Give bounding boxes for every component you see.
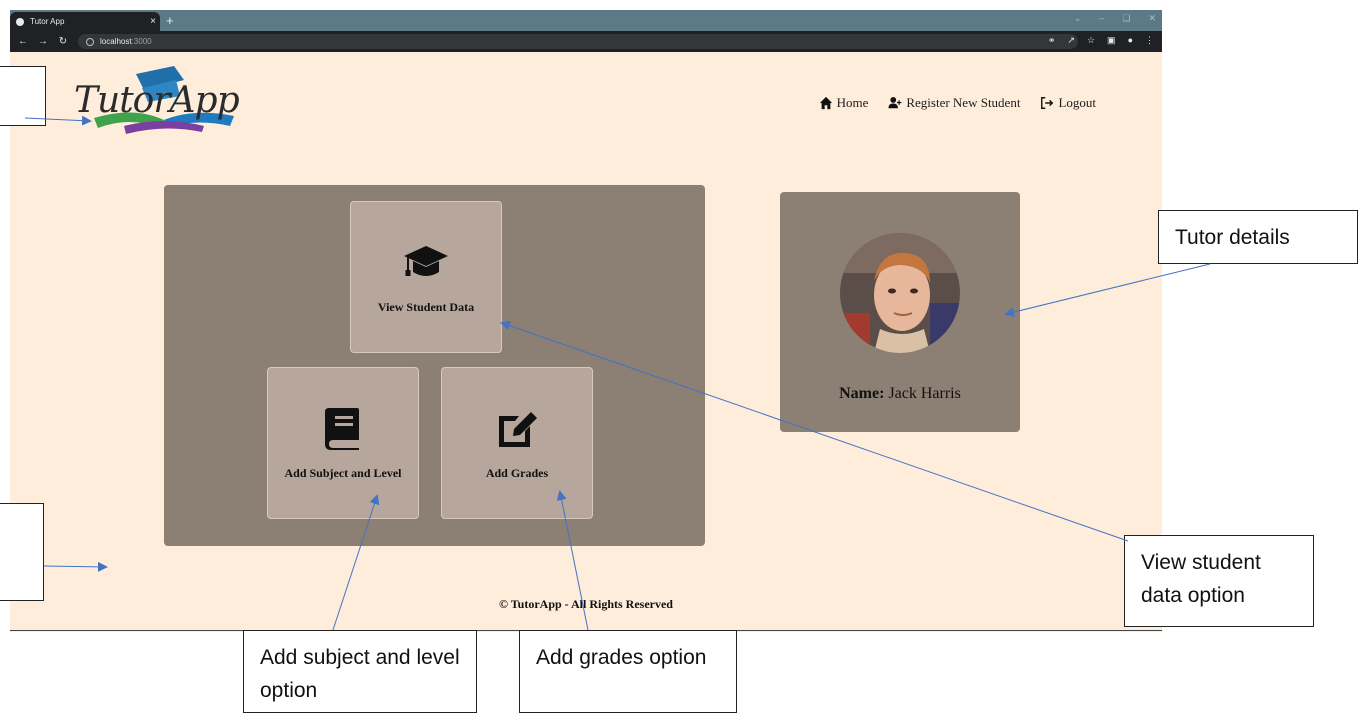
url-port: :3000 — [131, 37, 152, 46]
view-student-data-button[interactable]: View Student Data — [350, 201, 502, 353]
chevron-down-icon[interactable]: ⌄ — [1074, 13, 1082, 24]
nav-home-label: Home — [836, 95, 869, 110]
new-tab-button[interactable]: + — [166, 12, 174, 29]
browser-toolbar: ← → ↻ localhost:3000 ⚭ ↗ ☆ ▣ ● ⋮ — [10, 31, 1162, 52]
close-icon[interactable]: ✕ — [1148, 13, 1156, 24]
address-bar[interactable]: localhost:3000 — [78, 34, 1078, 49]
back-icon[interactable]: ← — [16, 36, 30, 47]
key-icon[interactable]: ⚭ — [1048, 35, 1056, 46]
callout-add-subject: Add subject and level option — [243, 630, 477, 713]
tab-title: Tutor App — [30, 17, 65, 26]
screenshot-stage: Tutor App × + ⌄ – ❏ ✕ ← → ↻ localhost:30… — [0, 0, 1369, 713]
profile-icon[interactable]: ● — [1128, 35, 1133, 46]
share-icon[interactable]: ↗ — [1067, 35, 1075, 46]
view-student-data-label: View Student Data — [377, 300, 475, 314]
reload-icon[interactable]: ↻ — [56, 36, 70, 47]
add-subject-level-label: Add Subject and Level — [284, 466, 402, 480]
restore-icon[interactable]: ❏ — [1122, 13, 1130, 24]
tutor-details-card: Name: Jack Harris — [780, 192, 1020, 432]
nav-logout-label: Logout — [1058, 95, 1096, 110]
page-viewport: TutorApp Home Register New Student Logou… — [10, 52, 1162, 632]
forward-icon[interactable]: → — [36, 36, 50, 47]
tutor-name-value: Jack Harris — [888, 385, 961, 402]
options-panel: View Student Data Add Subject and Level — [164, 185, 705, 546]
callout-background — [0, 503, 44, 601]
book-icon — [325, 408, 359, 450]
user-plus-icon — [888, 97, 902, 109]
nav-logout[interactable]: Logout — [1040, 95, 1096, 111]
tutor-name: Name: Jack Harris — [780, 385, 1020, 403]
url-host: localhost — [100, 37, 132, 46]
tab-close-icon[interactable]: × — [146, 16, 160, 27]
avatar — [840, 233, 960, 353]
tab-bar: Tutor App × + ⌄ – ❏ ✕ — [10, 10, 1162, 31]
star-icon[interactable]: ☆ — [1087, 35, 1095, 46]
callout-tutor-details: Tutor details — [1158, 210, 1358, 264]
site-info-icon[interactable] — [86, 37, 94, 46]
page-footer: © TutorApp - All Rights Reserved — [499, 597, 673, 611]
logo-text: TutorApp — [74, 80, 240, 121]
tutor-name-label: Name: — [839, 385, 885, 402]
app-logo[interactable]: TutorApp — [74, 66, 249, 136]
nav-register-student[interactable]: Register New Student — [888, 95, 1020, 111]
edit-icon — [499, 412, 537, 447]
toolbar-actions: ⚭ ↗ ☆ ▣ ● ⋮ — [1048, 35, 1154, 46]
nav-register-label: Register New Student — [906, 95, 1021, 110]
add-grades-label: Add Grades — [485, 466, 549, 480]
add-grades-button[interactable]: Add Grades — [441, 367, 593, 519]
nav-home[interactable]: Home — [819, 95, 869, 111]
graduation-cap-icon — [404, 246, 448, 276]
add-subject-level-button[interactable]: Add Subject and Level — [267, 367, 419, 519]
callout-add-grades: Add grades option — [519, 630, 737, 713]
callout-view-student: View student data option — [1124, 535, 1314, 627]
callout-logo — [0, 66, 46, 126]
logout-icon — [1041, 97, 1054, 109]
browser-window: Tutor App × + ⌄ – ❏ ✕ ← → ↻ localhost:30… — [10, 10, 1162, 632]
sidepanel-icon[interactable]: ▣ — [1107, 35, 1116, 46]
window-controls: ⌄ – ❏ ✕ — [1074, 13, 1156, 24]
home-icon — [819, 96, 832, 110]
favicon-icon — [16, 17, 24, 26]
top-nav: Home Register New Student Logout — [819, 95, 1096, 111]
menu-icon[interactable]: ⋮ — [1145, 35, 1154, 46]
browser-tab[interactable]: Tutor App × — [10, 12, 160, 31]
minimize-icon[interactable]: – — [1099, 13, 1104, 24]
